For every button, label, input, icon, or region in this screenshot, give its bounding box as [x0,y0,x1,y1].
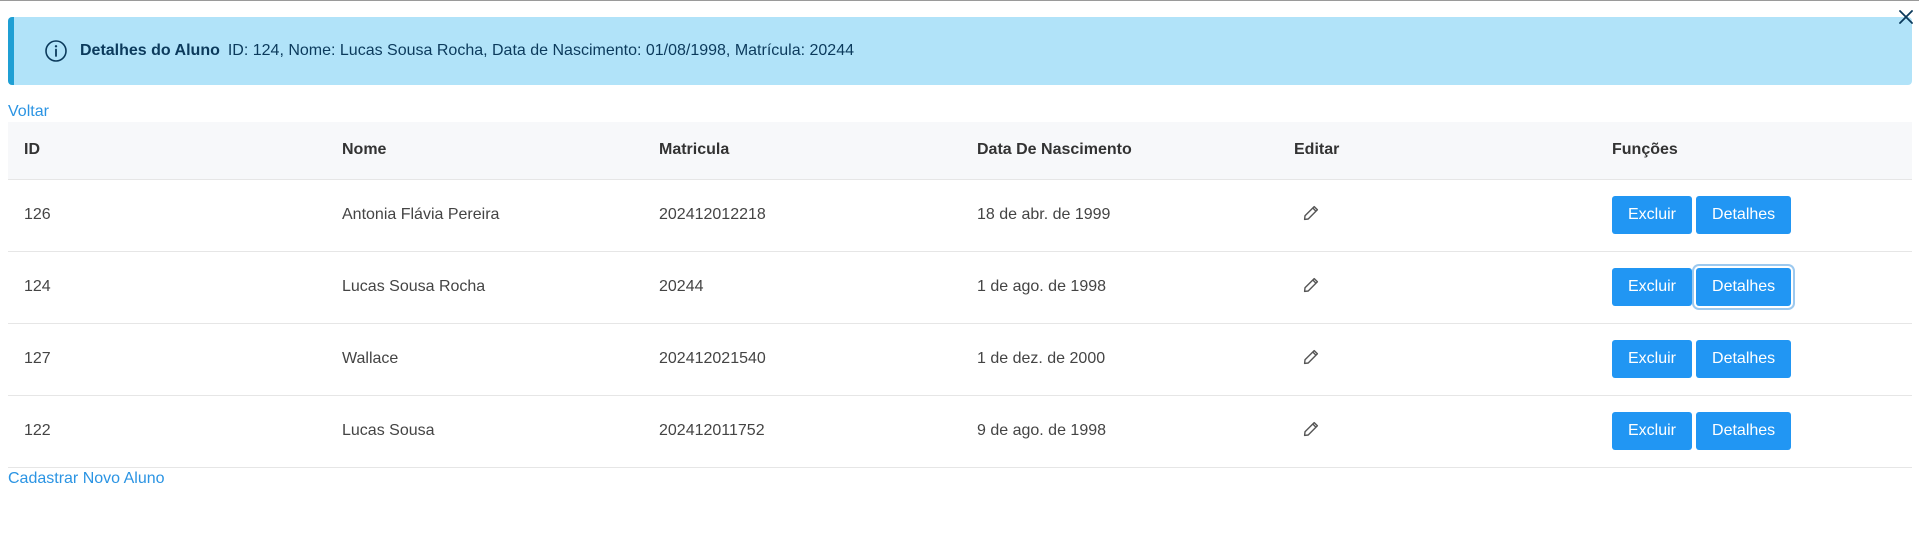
pencil-icon [1303,277,1319,292]
pencil-icon [1303,205,1319,220]
cell-edit [1278,395,1596,468]
table-row: 122 Lucas Sousa 202412011752 9 de ago. de 1… [8,395,1912,468]
cell-birth-date: 18 de abr. de 1999 [961,179,1278,252]
edit-button[interactable] [1294,348,1320,366]
details-button[interactable]: Detalhes [1696,412,1792,450]
header-edit: Editar [1278,122,1596,180]
details-button[interactable]: Detalhes [1696,196,1792,234]
back-link[interactable]: Voltar [8,103,49,121]
delete-button[interactable]: Excluir [1612,340,1693,378]
details-button[interactable]: Detalhes [1696,340,1792,378]
cell-enrollment: 202412021540 [643,323,961,396]
header-actions: Funções [1596,122,1912,180]
edit-button[interactable] [1294,276,1320,294]
info-icon [44,39,68,63]
students-table-container: ID Nome Matricula Data De Nascimento Edi… [8,122,1912,468]
delete-button[interactable]: Excluir [1612,268,1693,306]
cell-birth-date: 1 de ago. de 1998 [961,251,1278,324]
cell-enrollment: 202412012218 [643,179,961,252]
cell-id: 124 [8,251,326,324]
cell-name: Antonia Flávia Pereira [326,179,643,252]
table-body: 126 Antonia Flávia Pereira 202412012218 18 … [8,179,1912,468]
table-row: 126 Antonia Flávia Pereira 202412012218 18 … [8,179,1912,252]
header-id: ID [8,122,326,180]
header-birth-date: Data De Nascimento [961,122,1278,180]
cell-id: 127 [8,323,326,396]
edit-button[interactable] [1294,420,1320,438]
alert-message: ID: 124, Nome: Lucas Sousa Rocha, Data d… [227,42,854,59]
new-student-link[interactable]: Cadastrar Novo Aluno [8,470,165,488]
alert-title: Detalhes do Aluno [80,42,220,59]
cell-actions: Excluir Detalhes [1596,323,1912,396]
cell-id: 122 [8,395,326,468]
cell-name: Lucas Sousa Rocha [326,251,643,324]
cell-actions: Excluir Detalhes [1596,395,1912,468]
cell-name: Wallace [326,323,643,396]
cell-id: 126 [8,179,326,252]
header-enrollment: Matricula [643,122,961,180]
details-button[interactable]: Detalhes [1696,268,1792,306]
cell-actions: Excluir Detalhes [1596,179,1912,252]
cell-name: Lucas Sousa [326,395,643,468]
delete-button[interactable]: Excluir [1612,412,1693,450]
cell-birth-date: 1 de dez. de 2000 [961,323,1278,396]
pencil-icon [1303,421,1319,436]
cell-enrollment: 202412011752 [643,395,961,468]
close-alert-button[interactable] [1893,0,1919,34]
cell-birth-date: 9 de ago. de 1998 [961,395,1278,468]
cell-edit [1278,251,1596,324]
table-row: 127 Wallace 202412021540 1 de dez. de 2000 E… [8,323,1912,396]
cell-edit [1278,323,1596,396]
header-name: Nome [326,122,643,180]
delete-button[interactable]: Excluir [1612,196,1693,234]
close-icon [1899,10,1913,24]
table-row: 124 Lucas Sousa Rocha 20244 1 de ago. de 19… [8,251,1912,324]
student-details-alert: Detalhes do Aluno ID: 124, Nome: Lucas S… [8,17,1912,85]
cell-enrollment: 20244 [643,251,961,324]
window-top-border [0,0,1919,1]
students-table: ID Nome Matricula Data De Nascimento Edi… [8,122,1912,468]
pencil-icon [1303,349,1319,364]
table-header-row: ID Nome Matricula Data De Nascimento Edi… [8,122,1912,180]
cell-actions: Excluir Detalhes [1596,251,1912,324]
cell-edit [1278,179,1596,252]
edit-button[interactable] [1294,204,1320,222]
